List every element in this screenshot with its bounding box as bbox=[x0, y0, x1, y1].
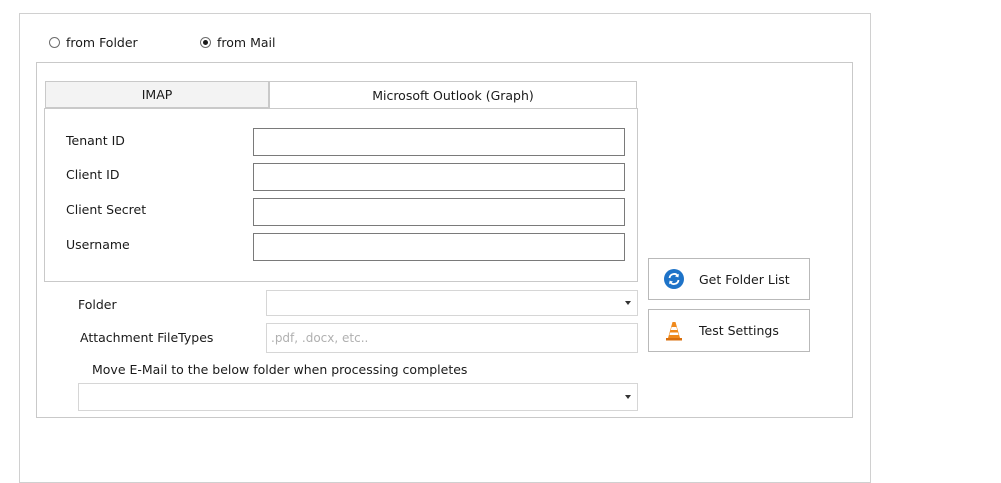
radio-from-folder-indicator[interactable] bbox=[49, 36, 60, 48]
username-field[interactable] bbox=[253, 233, 625, 261]
move-folder-dropdown[interactable] bbox=[78, 383, 638, 411]
chevron-down-icon bbox=[625, 395, 631, 399]
tab-outlook-label: Microsoft Outlook (Graph) bbox=[372, 88, 534, 103]
refresh-icon bbox=[663, 268, 685, 290]
traffic-cone-icon bbox=[663, 320, 685, 342]
get-folder-list-button[interactable]: Get Folder List bbox=[648, 258, 810, 300]
radio-from-mail-indicator[interactable] bbox=[200, 36, 211, 48]
attachment-filetypes-label: Attachment FileTypes bbox=[80, 330, 214, 345]
radio-from-mail[interactable]: from Mail bbox=[200, 33, 275, 51]
move-email-label: Move E-Mail to the below folder when pro… bbox=[92, 362, 468, 377]
tab-imap-label: IMAP bbox=[141, 87, 173, 102]
get-folder-list-label: Get Folder List bbox=[699, 271, 790, 287]
tenant-id-field[interactable] bbox=[253, 128, 625, 156]
client-id-label: Client ID bbox=[66, 167, 120, 182]
radio-from-mail-label: from Mail bbox=[217, 34, 276, 50]
chevron-down-icon bbox=[625, 301, 631, 305]
tab-imap[interactable]: IMAP bbox=[45, 81, 269, 108]
radio-from-folder[interactable]: from Folder bbox=[49, 33, 138, 51]
tab-microsoft-outlook-graph[interactable]: Microsoft Outlook (Graph) bbox=[269, 81, 637, 109]
folder-label: Folder bbox=[78, 297, 117, 312]
attachment-filetypes-input[interactable] bbox=[266, 323, 638, 353]
radio-from-folder-label: from Folder bbox=[66, 34, 138, 50]
tenant-id-label: Tenant ID bbox=[66, 133, 125, 148]
test-settings-button[interactable]: Test Settings bbox=[648, 309, 810, 352]
client-secret-label: Client Secret bbox=[66, 202, 147, 217]
folder-dropdown[interactable] bbox=[266, 290, 638, 316]
username-label: Username bbox=[66, 237, 130, 252]
client-secret-field[interactable] bbox=[253, 198, 625, 226]
client-id-field[interactable] bbox=[253, 163, 625, 191]
test-settings-label: Test Settings bbox=[699, 323, 779, 338]
